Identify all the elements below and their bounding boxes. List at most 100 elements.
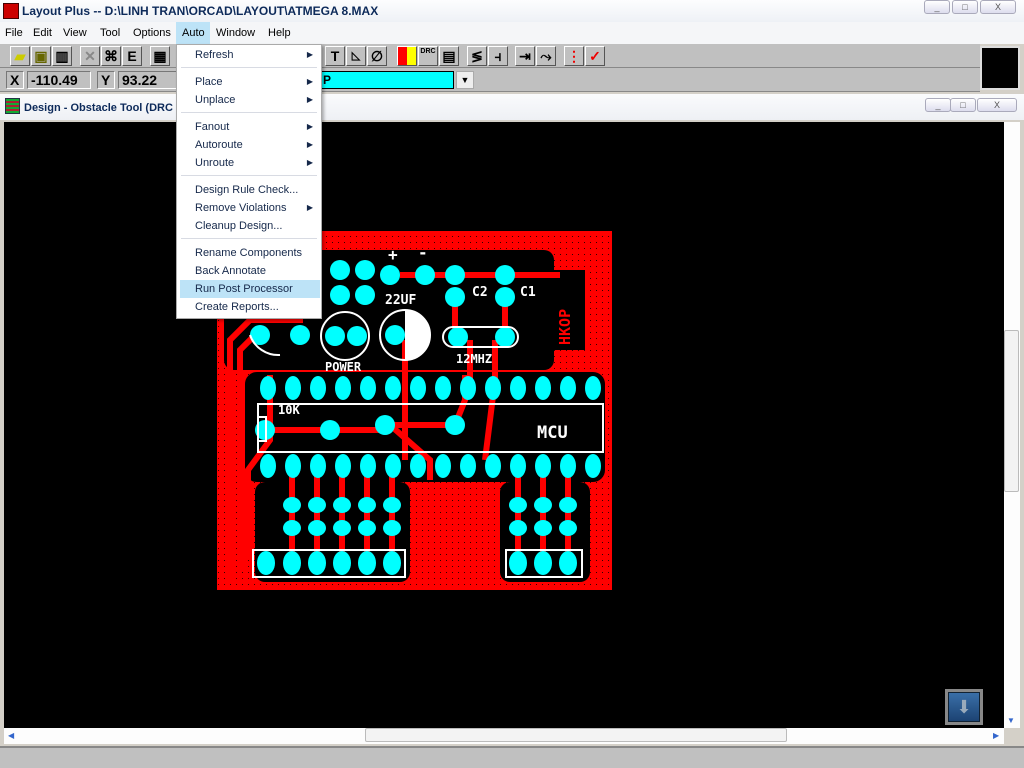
arrow-down-icon: ⬇ — [948, 692, 980, 722]
menu-item-label: Design Rule Check... — [195, 184, 299, 196]
pad — [355, 260, 375, 280]
scroll-left-arrow[interactable]: ◀ — [8, 731, 14, 740]
pad — [535, 454, 551, 478]
pan-down-button[interactable]: ⬇ — [945, 689, 983, 725]
menu-item-unplace[interactable]: Unplace ▶ — [177, 91, 321, 109]
menu-separator — [181, 67, 317, 68]
pad — [445, 287, 465, 307]
pad — [509, 497, 527, 513]
menu-item-label: Remove Violations — [195, 202, 287, 214]
capacitor-label: 22UF — [385, 293, 416, 308]
pad — [310, 454, 326, 478]
pad — [509, 551, 527, 575]
menu-item-refresh[interactable]: Refresh ▶ — [177, 46, 321, 64]
menu-item-design-rule-check[interactable]: Design Rule Check... — [177, 181, 321, 199]
pad — [460, 454, 476, 478]
pad — [560, 376, 576, 400]
menu-item-label: Create Reports... — [195, 301, 279, 313]
pad — [283, 497, 301, 513]
menu-item-unroute[interactable]: Unroute ▶ — [177, 154, 321, 172]
resistor-label: 10K — [278, 403, 300, 417]
pad — [260, 454, 276, 478]
menu-item-back-annotate[interactable]: Back Annotate — [177, 262, 321, 280]
auto-menu-dropdown: Refresh ▶ Place ▶ Unplace ▶ Fanout ▶ Autorou… — [176, 44, 322, 319]
pad — [383, 551, 401, 575]
submenu-arrow-icon: ▶ — [306, 203, 313, 212]
pad — [510, 376, 526, 400]
pad — [410, 376, 426, 400]
pad — [560, 454, 576, 478]
pad — [358, 520, 376, 536]
pad — [495, 265, 515, 285]
status-bar — [0, 746, 1024, 768]
menu-item-label: Rename Components — [195, 247, 303, 259]
vertical-scroll-thumb[interactable] — [1004, 330, 1019, 492]
c1-label: C1 — [520, 285, 536, 300]
menu-item-create-reports[interactable]: Create Reports... — [177, 298, 321, 316]
crystal-label: 12MHZ — [456, 352, 492, 366]
menu-item-label: Back Annotate — [195, 265, 266, 277]
pad — [585, 376, 601, 400]
pad — [360, 454, 376, 478]
menu-item-label: Fanout — [195, 121, 230, 133]
pad — [585, 454, 601, 478]
pad — [509, 520, 527, 536]
pad — [445, 265, 465, 285]
menu-item-remove-violations[interactable]: Remove Violations ▶ — [177, 199, 321, 217]
pad — [445, 415, 465, 435]
submenu-arrow-icon: ▶ — [306, 158, 313, 167]
pad — [290, 325, 310, 345]
pad — [485, 376, 501, 400]
submenu-arrow-icon: ▶ — [306, 50, 313, 59]
menu-item-run-post-processor[interactable]: Run Post Processor — [180, 280, 320, 298]
pad — [534, 551, 552, 575]
pad — [358, 551, 376, 575]
submenu-arrow-icon: ▶ — [306, 140, 313, 149]
c2-label: C2 — [472, 285, 488, 300]
menu-separator — [181, 175, 317, 176]
submenu-arrow-icon: ▶ — [306, 77, 313, 86]
pad — [415, 265, 435, 285]
pad — [260, 376, 276, 400]
pad — [355, 285, 375, 305]
pad — [320, 420, 340, 440]
menu-separator — [181, 112, 317, 113]
pad — [448, 327, 468, 347]
pad — [308, 551, 326, 575]
pad — [360, 376, 376, 400]
pad — [559, 497, 577, 513]
pad — [495, 287, 515, 307]
cap-plus-label: + — [388, 245, 398, 264]
pad — [383, 497, 401, 513]
pad — [383, 520, 401, 536]
horizontal-scroll-thumb[interactable] — [365, 728, 787, 742]
menu-item-rename-components[interactable]: Rename Components — [177, 244, 321, 262]
menu-item-cleanup-design[interactable]: Cleanup Design... — [177, 217, 321, 235]
scroll-down-arrow[interactable]: ▼ — [1007, 716, 1015, 725]
menu-item-label: Unroute — [195, 157, 235, 169]
scroll-right-arrow[interactable]: ▶ — [993, 731, 999, 740]
power-led-label: POWER — [325, 360, 362, 374]
pcb-board: + - 22UF C2 C1 POWER 12MHZ 10K MCU HKOP — [217, 231, 612, 590]
menu-item-place[interactable]: Place ▶ — [177, 73, 321, 91]
pad — [257, 551, 275, 575]
pad — [333, 551, 351, 575]
pad — [410, 454, 426, 478]
menu-separator — [181, 238, 317, 239]
pad — [380, 265, 400, 285]
pad — [310, 376, 326, 400]
pad — [385, 376, 401, 400]
pad — [347, 326, 367, 346]
pad — [559, 551, 577, 575]
pad — [330, 285, 350, 305]
menu-item-fanout[interactable]: Fanout ▶ — [177, 118, 321, 136]
menu-item-autoroute[interactable]: Autoroute ▶ — [177, 136, 321, 154]
pad — [495, 327, 515, 347]
hkop-label: HKOP — [556, 309, 574, 345]
submenu-arrow-icon: ▶ — [306, 95, 313, 104]
pad — [385, 454, 401, 478]
pad — [385, 325, 405, 345]
pad — [559, 520, 577, 536]
pad — [335, 376, 351, 400]
pad — [283, 520, 301, 536]
